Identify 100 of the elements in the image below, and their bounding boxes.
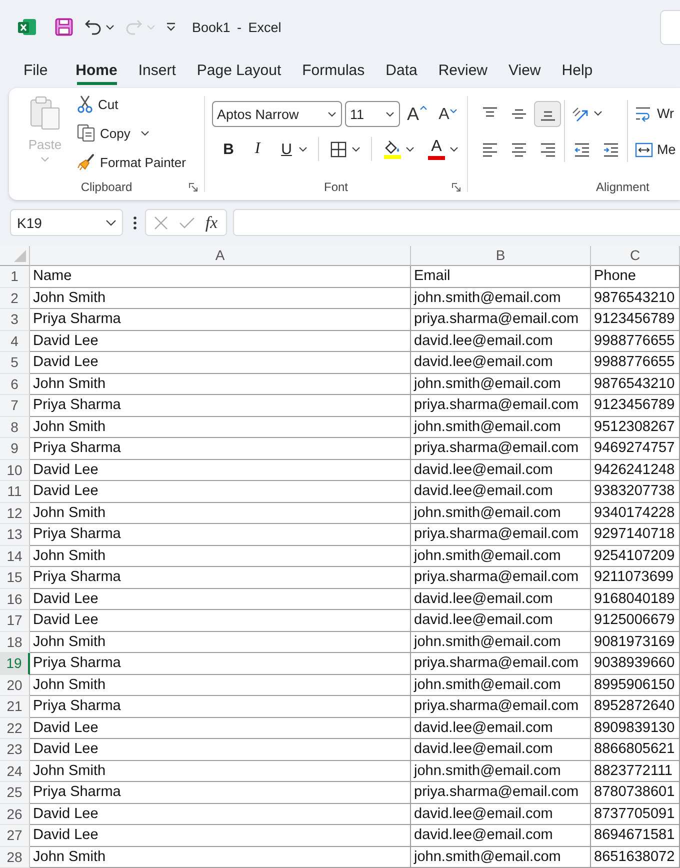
row-header[interactable]: 2 <box>0 288 30 309</box>
ribbon-tab[interactable]: Data <box>375 54 428 87</box>
table-cell: Priya Sharma <box>30 782 411 804</box>
ribbon-tab[interactable]: File <box>13 54 58 87</box>
table-cell: John Smith <box>30 760 411 782</box>
table-cell: 8995906150 <box>591 674 680 696</box>
table-cell: john.smith@email.com <box>411 416 591 438</box>
cut-button[interactable]: Cut <box>75 92 186 116</box>
table-cell: Priya Sharma <box>30 438 411 460</box>
row-header[interactable]: 7 <box>0 395 30 416</box>
table-cell: david.lee@email.com <box>411 718 591 739</box>
app-icon <box>18 18 36 36</box>
row-header[interactable]: 27 <box>0 825 30 846</box>
name-box[interactable]: K19 <box>10 209 123 236</box>
row-header[interactable]: 8 <box>0 416 30 438</box>
merge-button[interactable]: Me <box>635 136 676 162</box>
font-color-button[interactable]: A <box>422 136 464 162</box>
row-header[interactable]: 14 <box>0 546 30 567</box>
row-header[interactable]: 19 <box>0 653 30 674</box>
table-cell: priya.sharma@email.com <box>411 395 591 416</box>
row-header[interactable]: 6 <box>0 374 30 395</box>
table-cell: 9512308267 <box>591 416 680 438</box>
column-header[interactable]: B <box>411 246 591 266</box>
row-header[interactable]: 25 <box>0 782 30 804</box>
underline-button[interactable]: U <box>273 136 313 162</box>
shrink-font-button[interactable]: A <box>434 101 462 127</box>
vertical-dots-icon[interactable] <box>133 216 137 230</box>
copy-button[interactable]: Copy <box>75 121 186 145</box>
table-cell: 8780738601 <box>591 782 680 804</box>
table-cell: priya.sharma@email.com <box>411 567 591 588</box>
row-header[interactable]: 17 <box>0 610 30 632</box>
formula-input[interactable] <box>233 209 680 236</box>
row-header[interactable]: 12 <box>0 502 30 524</box>
bold-button[interactable]: B <box>215 136 242 162</box>
ribbon-tab[interactable]: Help <box>551 54 604 87</box>
italic-button[interactable]: I <box>244 136 271 162</box>
row-header[interactable]: 26 <box>0 804 30 825</box>
chevron-down-icon <box>386 112 394 116</box>
ribbon-tab[interactable]: View <box>498 54 552 87</box>
ribbon-tab[interactable]: Insert <box>128 54 186 87</box>
row-header[interactable]: 5 <box>0 352 30 374</box>
align-left-icon <box>482 142 498 156</box>
table-cell: priya.sharma@email.com <box>411 653 591 674</box>
table-cell: priya.sharma@email.com <box>411 524 591 546</box>
table-cell: 9988776655 <box>591 330 680 352</box>
dropdown-line-icon <box>166 22 176 32</box>
table-cell: John Smith <box>30 502 411 524</box>
row-header[interactable]: 13 <box>0 524 30 546</box>
table-cell: john.smith@email.com <box>411 374 591 395</box>
column-header[interactable]: C <box>591 246 680 266</box>
ribbon-tab[interactable]: Review <box>428 54 498 87</box>
align-middle-icon <box>510 108 526 118</box>
chevron-down-icon <box>299 146 307 152</box>
table-cell: Priya Sharma <box>30 309 411 330</box>
caret-up-icon <box>420 106 427 110</box>
table-cell: john.smith@email.com <box>411 846 591 868</box>
row-header[interactable]: 22 <box>0 718 30 739</box>
table-cell: 9211073699 <box>591 567 680 588</box>
save-button[interactable] <box>55 16 73 38</box>
format-painter-button[interactable]: Format Painter <box>75 150 186 174</box>
table-cell: David Lee <box>30 610 411 632</box>
row-header[interactable]: 21 <box>0 696 30 718</box>
grow-font-button[interactable]: A <box>403 101 431 127</box>
ribbon-tab[interactable]: Formulas <box>292 54 376 87</box>
table-cell: john.smith@email.com <box>411 760 591 782</box>
row-header[interactable]: 1 <box>0 266 30 288</box>
row-header[interactable]: 9 <box>0 438 30 460</box>
paintbrush-icon <box>77 153 95 171</box>
table-cell: Priya Sharma <box>30 524 411 546</box>
ribbon-tab[interactable]: Page Layout <box>186 54 292 87</box>
table-cell: david.lee@email.com <box>411 330 591 352</box>
undo-arrow-icon <box>84 18 102 36</box>
table-cell: David Lee <box>30 825 411 846</box>
wrap-text-button[interactable]: Wr <box>635 100 674 126</box>
insert-function-button[interactable]: fx <box>205 212 218 232</box>
row-header[interactable]: 15 <box>0 567 30 588</box>
search-field[interactable] <box>660 10 680 44</box>
corner-arrow-icon[interactable] <box>189 182 198 192</box>
row-header[interactable]: 24 <box>0 760 30 782</box>
row-header[interactable]: 18 <box>0 632 30 653</box>
row-header[interactable]: 3 <box>0 309 30 330</box>
row-header[interactable]: 10 <box>0 460 30 481</box>
row-header[interactable]: 28 <box>0 846 30 868</box>
corner-arrow-icon[interactable] <box>452 182 461 192</box>
row-header[interactable]: 20 <box>0 674 30 696</box>
font-size-dropdown[interactable]: 11 <box>345 101 400 127</box>
bottom-align-button[interactable] <box>534 100 561 126</box>
row-header[interactable]: 11 <box>0 481 30 502</box>
table-cell: John Smith <box>30 416 411 438</box>
row-header[interactable]: 16 <box>0 588 30 610</box>
row-header[interactable]: 4 <box>0 330 30 352</box>
row-header[interactable]: 23 <box>0 739 30 760</box>
align-bottom-icon <box>540 110 556 120</box>
column-header[interactable]: A <box>30 246 411 266</box>
table-cell: Name <box>30 266 411 288</box>
font-name-dropdown[interactable]: Aptos Narrow <box>212 101 342 127</box>
table-cell: david.lee@email.com <box>411 804 591 825</box>
table-cell: 9254107209 <box>591 546 680 567</box>
checkmark-icon[interactable] <box>178 216 195 228</box>
table-cell: john.smith@email.com <box>411 288 591 309</box>
